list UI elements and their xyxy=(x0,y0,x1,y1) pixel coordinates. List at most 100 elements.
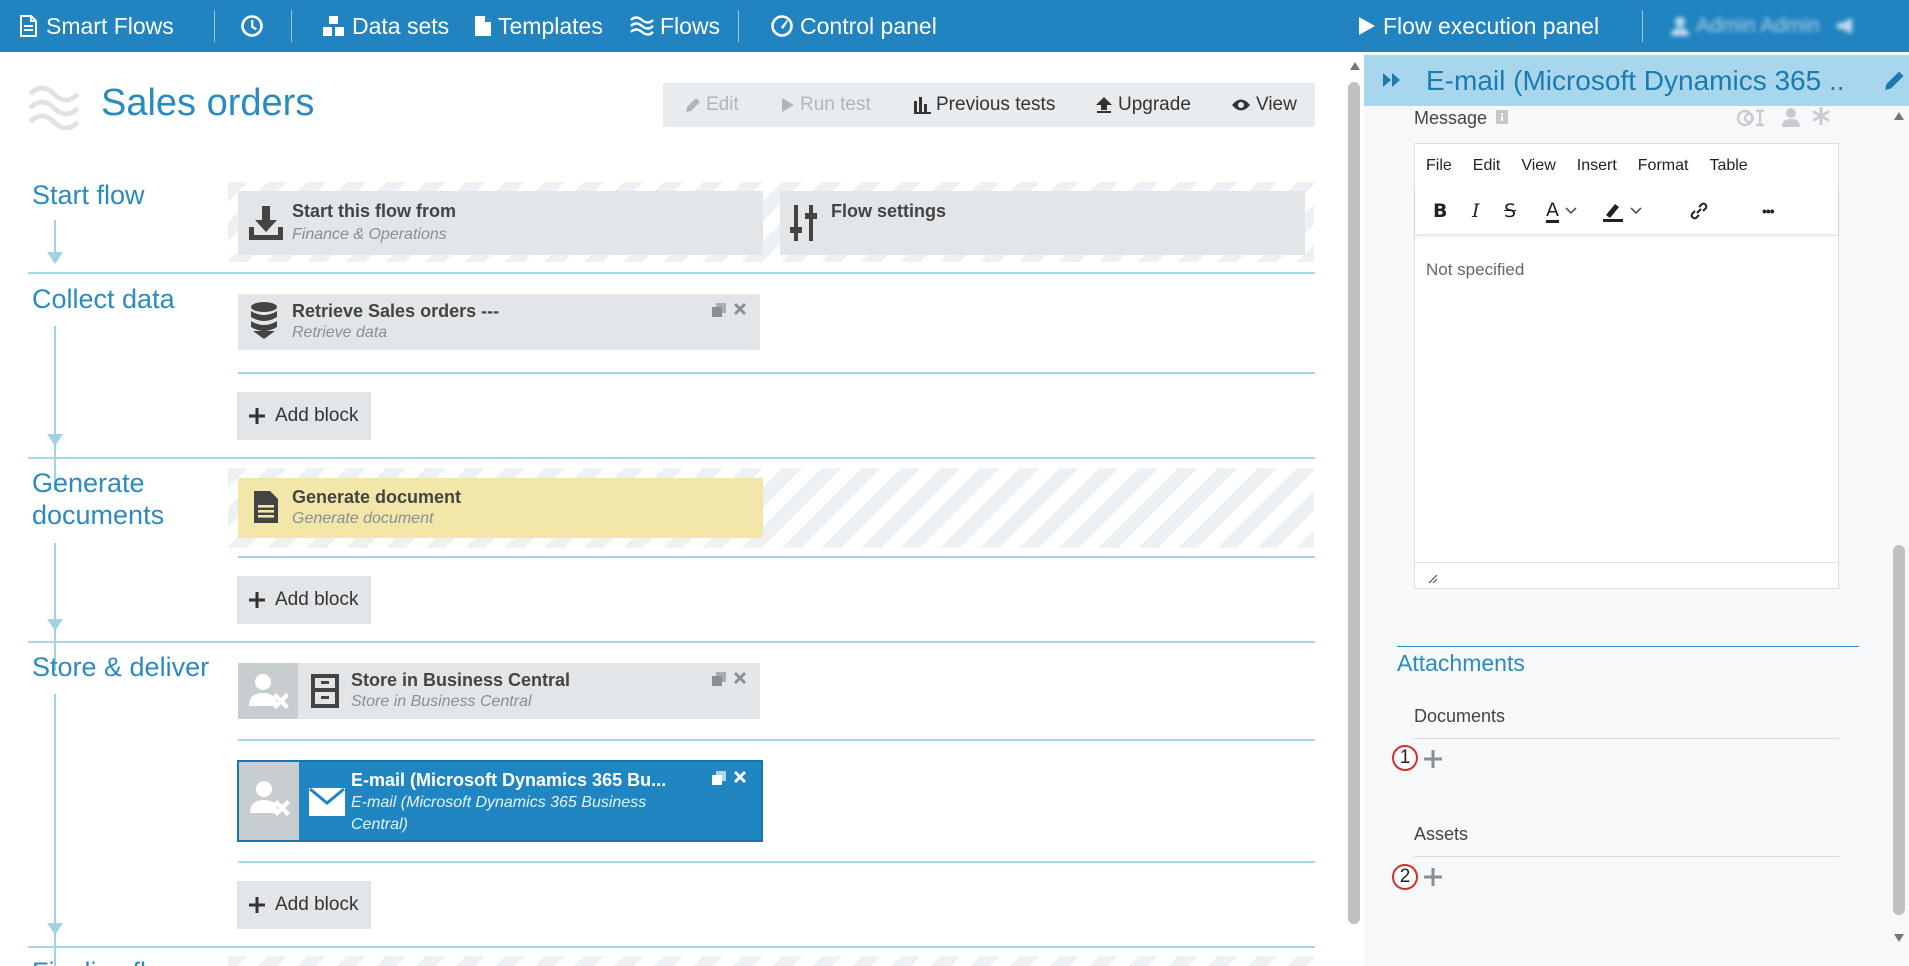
copy-icon[interactable] xyxy=(711,302,727,318)
block-flow-settings[interactable]: Flow settings xyxy=(780,191,1305,255)
close-icon[interactable] xyxy=(733,671,747,685)
nav-divider xyxy=(214,10,215,42)
insert-link-button[interactable] xyxy=(1688,198,1710,224)
block-email-selected[interactable]: E-mail (Microsoft Dynamics 365 Bu... E-m… xyxy=(237,760,763,842)
previous-tests-button-label: Previous tests xyxy=(936,94,1056,115)
close-icon[interactable] xyxy=(733,302,747,316)
copy-icon[interactable] xyxy=(711,671,727,687)
add-asset-plus-icon[interactable] xyxy=(1424,868,1442,886)
upgrade-button[interactable]: Upgrade xyxy=(1095,83,1191,127)
user-icon xyxy=(1671,17,1689,36)
block-start-this-flow-from[interactable]: Start this flow from Finance & Operation… xyxy=(238,191,763,255)
section-collect-data: Collect data xyxy=(32,284,175,314)
menu-file[interactable]: File xyxy=(1426,157,1452,175)
assets-label: Assets xyxy=(1414,824,1469,844)
highlighter-icon xyxy=(1603,204,1623,222)
nav-flows-label: Flows xyxy=(660,12,721,39)
previous-tests-button[interactable]: Previous tests xyxy=(913,83,1055,127)
eye-icon xyxy=(1232,99,1250,111)
run-test-button-label: Run test xyxy=(800,94,871,115)
chevron-down-icon xyxy=(1630,207,1642,215)
pencil-icon[interactable] xyxy=(1884,69,1906,91)
italic-button[interactable]: I xyxy=(1472,198,1480,224)
flows-logo-icon xyxy=(28,85,80,130)
brand-smart-flows-link[interactable]: Smart Flows xyxy=(18,0,174,52)
documents-divider xyxy=(1414,738,1839,739)
more-options-button[interactable]: ••• xyxy=(1762,198,1775,224)
strikethrough-button[interactable]: S xyxy=(1504,198,1516,224)
close-icon[interactable] xyxy=(733,770,747,784)
insert-field-icon[interactable] xyxy=(1736,108,1768,128)
insert-recipient-icon[interactable] xyxy=(1781,107,1801,127)
panel-title: E-mail (Microsoft Dynamics 365 ... xyxy=(1426,64,1846,96)
nav-control-panel[interactable]: Control panel xyxy=(770,0,937,52)
nav-flows[interactable]: Flows xyxy=(630,0,720,52)
menu-edit[interactable]: Edit xyxy=(1473,157,1501,175)
top-navigation-bar: Smart Flows Data sets Templates Flows Co… xyxy=(0,0,1909,52)
no-recipient-indicator xyxy=(239,762,299,840)
text-color-button[interactable]: A xyxy=(1546,198,1577,224)
run-test-button[interactable]: Run test xyxy=(781,83,871,127)
block-title: Generate document xyxy=(292,487,462,507)
scroll-down-icon[interactable] xyxy=(1894,934,1904,942)
play-icon xyxy=(1359,17,1375,35)
main-scrollbar-thumb[interactable] xyxy=(1348,82,1360,924)
section-start-flow: Start flow xyxy=(32,180,145,210)
nav-data-sets[interactable]: Data sets xyxy=(322,0,449,52)
block-retrieve-sales-orders[interactable]: Retrieve Sales orders --- Retrieve data xyxy=(238,294,760,350)
add-block-label: Add block xyxy=(275,589,359,610)
add-document-plus-icon[interactable] xyxy=(1424,750,1442,768)
flow-execution-panel-button[interactable]: Flow execution panel xyxy=(1357,0,1599,52)
menu-format[interactable]: Format xyxy=(1638,157,1689,175)
menu-insert[interactable]: Insert xyxy=(1577,157,1617,175)
block-generate-document[interactable]: Generate document Generate document xyxy=(238,478,763,538)
panel-scrollbar[interactable] xyxy=(1889,108,1909,966)
highlight-color-button[interactable] xyxy=(1602,198,1642,224)
editor-toolbar: B I S A ••• xyxy=(1415,188,1838,234)
edit-button-label: Edit xyxy=(706,94,739,115)
plus-icon xyxy=(249,408,265,424)
copy-icon[interactable] xyxy=(711,770,727,786)
flow-arrow xyxy=(47,252,63,264)
flow-connector xyxy=(54,326,56,490)
editor-content[interactable]: Not specified xyxy=(1426,260,1524,280)
resize-handle-icon[interactable] xyxy=(1428,574,1438,584)
add-block-button[interactable]: Add block xyxy=(237,881,371,929)
section-label-line-2: documents xyxy=(32,500,165,531)
section-generate-documents: Generate documents xyxy=(32,467,164,532)
main-scrollbar[interactable] xyxy=(1345,52,1364,966)
menu-view[interactable]: View xyxy=(1521,157,1555,175)
nav-templates-label: Templates xyxy=(498,12,603,39)
view-button-label: View xyxy=(1256,94,1297,115)
panel-scrollbar-thumb[interactable] xyxy=(1893,545,1905,915)
collapse-panel-icon[interactable] xyxy=(1382,72,1402,88)
view-button[interactable]: View xyxy=(1231,83,1297,127)
add-block-button[interactable]: Add block xyxy=(237,576,371,624)
text-color-glyph: A xyxy=(1546,198,1559,223)
block-store-in-business-central[interactable]: Store in Business Central Store in Busin… xyxy=(238,663,760,719)
add-block-button[interactable]: Add block xyxy=(237,392,371,440)
history-button[interactable] xyxy=(240,0,270,52)
info-icon xyxy=(1496,110,1509,124)
user-menu[interactable]: Admin Admin xyxy=(1670,0,1858,52)
plus-icon xyxy=(249,592,265,608)
section-label-line-1: Generate xyxy=(32,468,145,498)
message-field: Message xyxy=(1414,108,1509,129)
menu-table[interactable]: Table xyxy=(1709,157,1747,175)
editor-statusbar xyxy=(1415,562,1838,588)
document-lines-icon xyxy=(254,491,278,523)
link-icon xyxy=(1690,202,1708,220)
asterisk-icon[interactable] xyxy=(1812,107,1830,125)
scroll-up-icon[interactable] xyxy=(1350,62,1360,70)
upgrade-button-label: Upgrade xyxy=(1118,94,1191,115)
block-actions xyxy=(711,770,747,786)
page-title: Sales orders xyxy=(101,82,315,124)
bold-button[interactable]: B xyxy=(1433,198,1447,224)
edit-button[interactable]: Edit xyxy=(685,83,739,127)
scroll-up-icon[interactable] xyxy=(1894,112,1904,120)
storage-cabinet-icon xyxy=(311,674,339,708)
nav-templates[interactable]: Templates xyxy=(474,0,603,52)
upload-arrow-icon xyxy=(1096,97,1112,113)
editor-menubar: File Edit View Insert Format Table xyxy=(1415,144,1838,188)
data-sets-icon xyxy=(323,16,344,36)
